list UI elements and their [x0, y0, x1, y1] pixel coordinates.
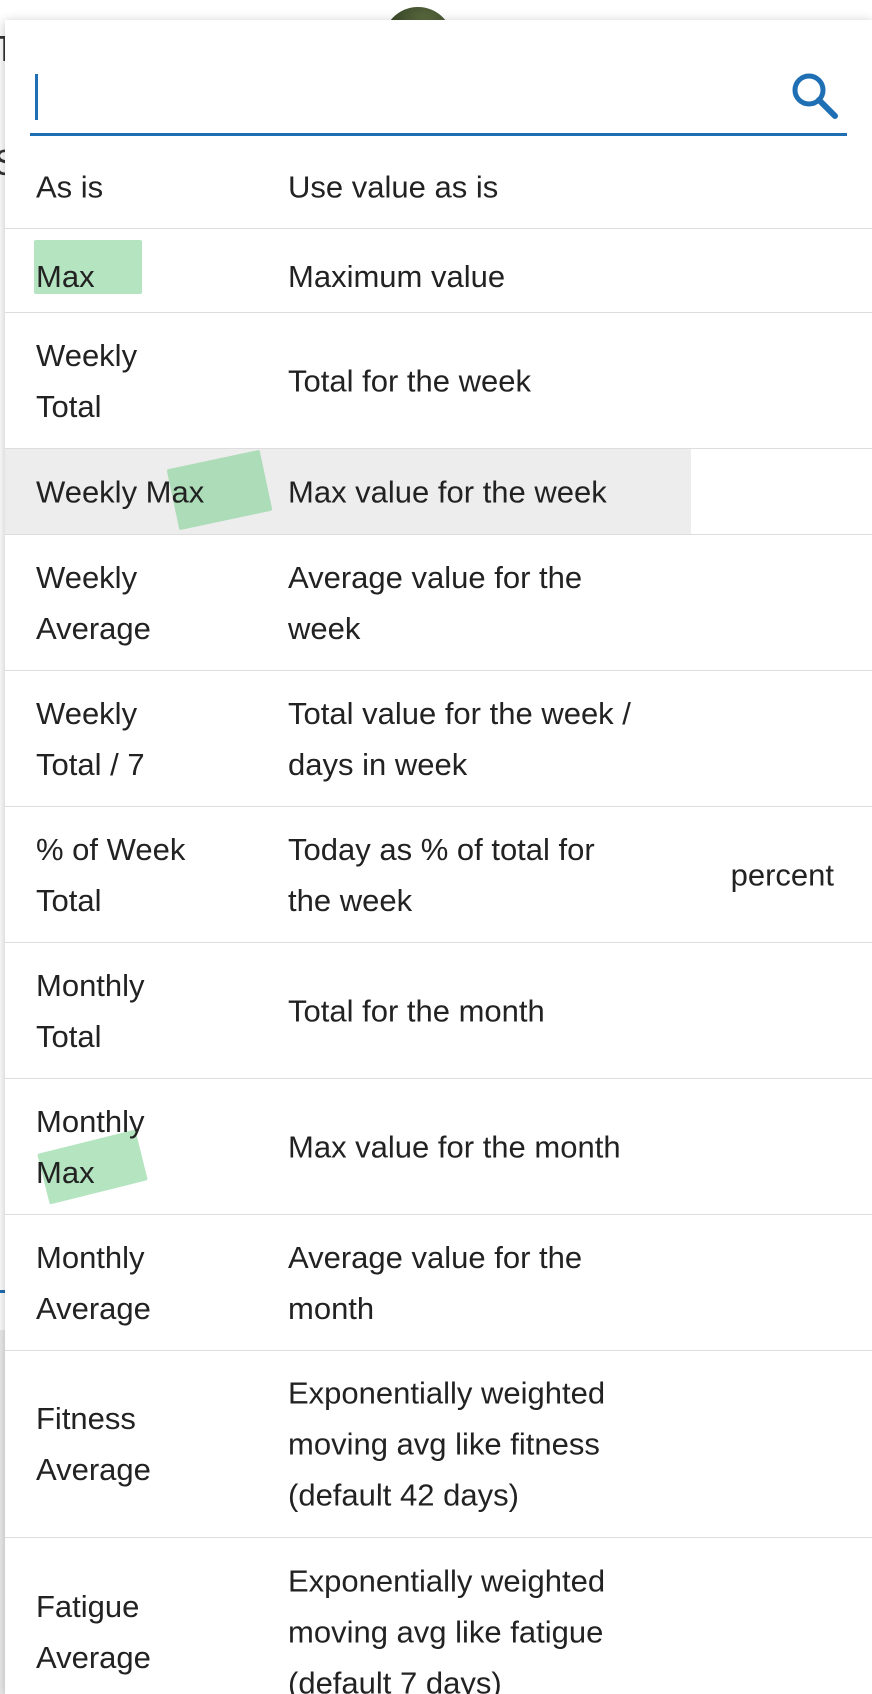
search-input[interactable]: [34, 66, 778, 118]
option-description: Total for the week: [288, 363, 531, 398]
list-item[interactable]: Fitness Average Exponentially weighted m…: [5, 1351, 872, 1538]
aggregation-dropdown: As is Use value as is Max Maximum value …: [5, 20, 872, 1694]
list-item[interactable]: Fatigue Average Exponentially weighted m…: [5, 1538, 872, 1694]
list-item[interactable]: As is Use value as is: [5, 145, 872, 229]
search-icon[interactable]: [789, 70, 839, 120]
option-description: Exponentially weighted moving avg like f…: [288, 1375, 606, 1513]
option-name: Monthly Total: [36, 967, 145, 1054]
option-description: Max value for the month: [288, 1129, 621, 1164]
option-name: Fatigue Average: [36, 1588, 151, 1675]
option-description: Max value for the week: [288, 474, 607, 509]
option-name: % of Week Total: [36, 831, 186, 918]
list-item[interactable]: Monthly Max Max value for the month: [5, 1079, 872, 1215]
list-item[interactable]: Weekly Average Average value for the wee…: [5, 535, 872, 671]
option-description: Average value for the month: [288, 1239, 583, 1326]
option-name: Weekly Total / 7: [36, 695, 145, 782]
option-list: As is Use value as is Max Maximum value …: [5, 145, 872, 1694]
search-bar: [30, 48, 847, 136]
list-item[interactable]: Max Maximum value: [5, 229, 872, 313]
option-name: Monthly Average: [36, 1239, 151, 1326]
option-unit: percent: [730, 857, 834, 892]
list-item[interactable]: % of Week Total Today as % of total for …: [5, 807, 872, 943]
list-item[interactable]: Weekly Total / 7 Total value for the wee…: [5, 671, 872, 807]
option-name: As is: [36, 169, 104, 204]
option-description: Today as % of total for the week: [288, 831, 595, 918]
text-cursor: [35, 74, 38, 120]
option-description: Total value for the week / days in week: [288, 695, 631, 782]
list-item-highlighted[interactable]: Weekly Max Max value for the week: [5, 449, 872, 535]
option-description: Average value for the week: [288, 559, 583, 646]
option-description: Exponentially weighted moving avg like f…: [288, 1563, 606, 1694]
option-name: Weekly Max: [36, 474, 205, 509]
option-name: Max: [36, 259, 95, 294]
option-description: Total for the month: [288, 993, 545, 1028]
option-name: Weekly Total: [36, 337, 138, 424]
option-name: Monthly Max: [36, 1103, 145, 1190]
option-description: Use value as is: [288, 169, 499, 204]
option-name: Fitness Average: [36, 1401, 151, 1487]
list-item[interactable]: Weekly Total Total for the week: [5, 313, 872, 449]
list-item[interactable]: Monthly Average Average value for the mo…: [5, 1215, 872, 1351]
list-item[interactable]: Monthly Total Total for the month: [5, 943, 872, 1079]
option-name: Weekly Average: [36, 559, 151, 646]
option-description: Maximum value: [288, 259, 506, 294]
